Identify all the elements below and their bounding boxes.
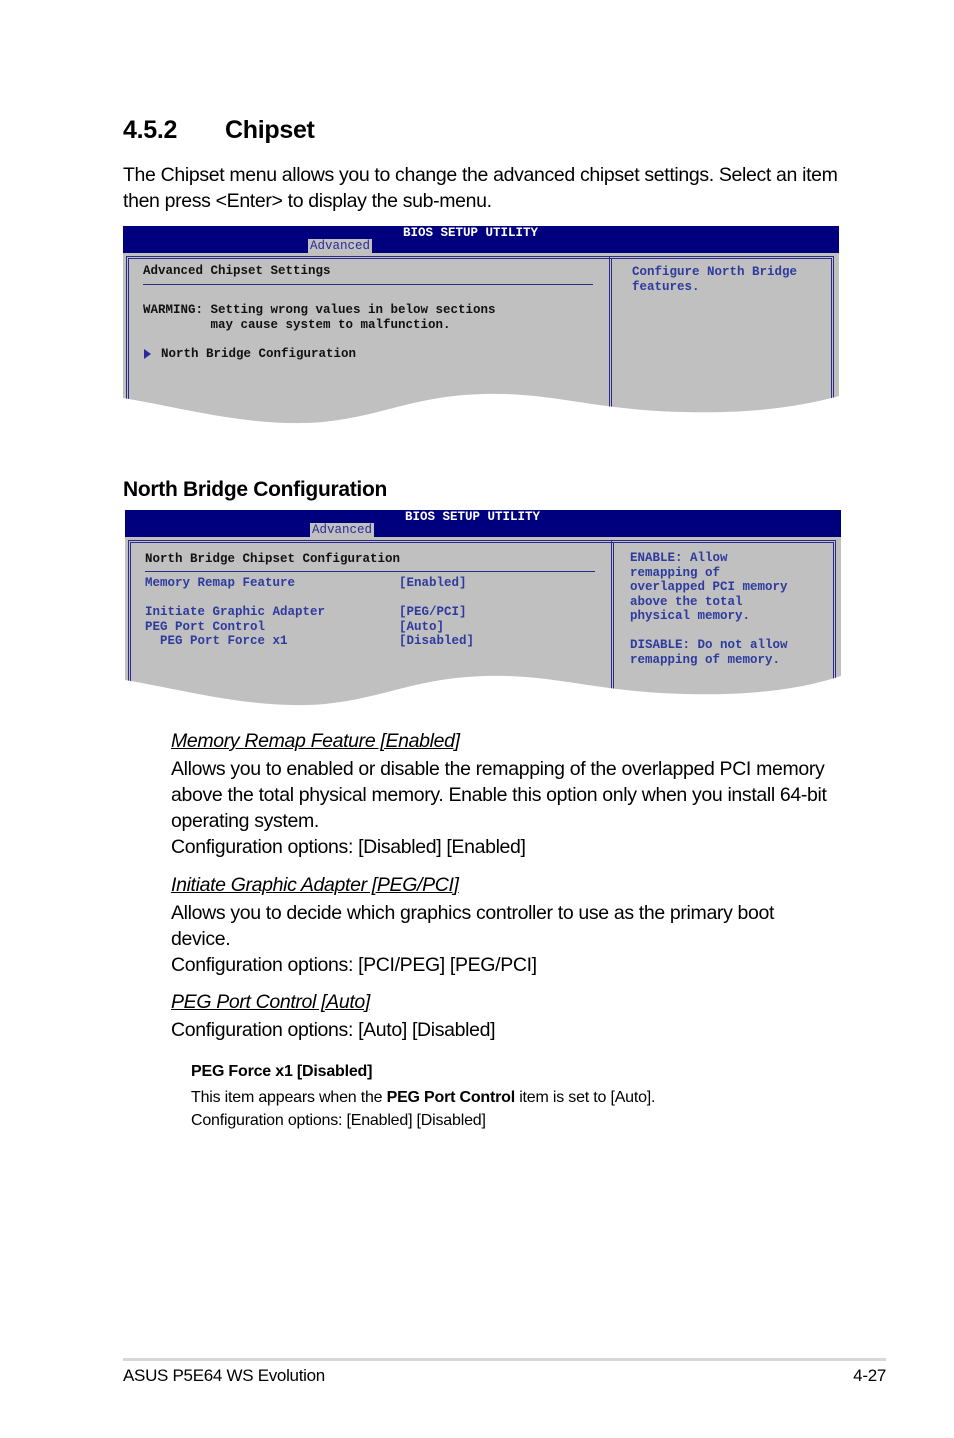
warning-line-1: WARMING: Setting wrong values in below s…	[143, 303, 496, 317]
sub-item-text: item is set to [Auto].	[514, 1089, 656, 1106]
submenu-arrow-icon	[144, 349, 151, 359]
setting-value-peg-port-control[interactable]: [Auto]	[399, 620, 444, 634]
section-name: Chipset	[225, 116, 315, 144]
torn-edge-decoration	[123, 393, 839, 426]
submenu-north-bridge-configuration[interactable]: North Bridge Configuration	[161, 347, 356, 361]
setting-value-memory-remap[interactable]: [Enabled]	[399, 576, 467, 590]
bios-help-text: Configure North Bridge features.	[632, 265, 798, 294]
tab-advanced[interactable]: Advanced	[310, 523, 375, 537]
item-title-initiate-graphic-adapter: Initiate Graphic Adapter [PEG/PCI]	[171, 874, 459, 896]
bios-top-bar: BIOS SETUP UTILITY Advanced	[125, 510, 841, 537]
item-description: Allows you to enabled or disable the rem…	[171, 758, 827, 832]
section-number: 4.5.2	[123, 116, 178, 144]
heading-divider	[143, 284, 593, 285]
item-title-peg-port-control: PEG Port Control [Auto]	[171, 991, 370, 1013]
tab-advanced[interactable]: Advanced	[308, 239, 373, 253]
footer-divider	[123, 1358, 886, 1361]
item-title-memory-remap: Memory Remap Feature [Enabled]	[171, 730, 460, 752]
setting-label-initiate-graphic-adapter[interactable]: Initiate Graphic Adapter	[145, 605, 325, 619]
subsection-title: North Bridge Configuration	[123, 478, 388, 501]
item-options: Configuration options: [PCI/PEG] [PEG/PC…	[171, 954, 537, 976]
torn-edge-decoration	[125, 675, 841, 708]
section-title: 4.5.2 Chipset	[123, 116, 315, 145]
sub-item-title-peg-force-x1: PEG Force x1 [Disabled]	[191, 1063, 373, 1080]
intro-paragraph: The Chipset menu allows you to change th…	[123, 164, 838, 212]
sub-item-bold-ref: PEG Port Control	[386, 1089, 516, 1106]
bios-help-text: ENABLE: Allow remapping of overlapped PC…	[630, 551, 788, 667]
bios-heading: Advanced Chipset Settings	[143, 264, 331, 278]
item-body-initiate-graphic-adapter: Allows you to decide which graphics cont…	[171, 900, 811, 978]
bios-top-bar: BIOS SETUP UTILITY Advanced	[123, 226, 839, 253]
bios-screen-north-bridge: BIOS SETUP UTILITY Advanced North Bridge…	[125, 510, 841, 708]
bios-utility-title: BIOS SETUP UTILITY	[403, 226, 539, 240]
item-options: Configuration options: [Disabled] [Enabl…	[171, 836, 526, 858]
item-body-memory-remap: Allows you to enabled or disable the rem…	[171, 756, 831, 860]
sub-item-body-peg-force-x1: This item appears when the PEG Port Cont…	[191, 1086, 656, 1132]
setting-label-peg-port-force-x1[interactable]: PEG Port Force x1	[145, 634, 288, 648]
bios-screen-chipset: BIOS SETUP UTILITY Advanced Advanced Chi…	[123, 226, 839, 426]
item-description: Allows you to decide which graphics cont…	[171, 902, 775, 950]
footer-product-name: ASUS P5E64 WS Evolution	[123, 1366, 325, 1385]
footer-page-number: 4-27	[853, 1366, 886, 1385]
setting-value-initiate-graphic-adapter[interactable]: [PEG/PCI]	[399, 605, 467, 619]
item-options: Configuration options: [Auto] [Disabled]	[171, 1019, 496, 1041]
sub-item-text: This item appears when the	[191, 1089, 387, 1106]
bios-utility-title: BIOS SETUP UTILITY	[405, 510, 541, 524]
item-body-peg-port-control: Configuration options: [Auto] [Disabled]	[171, 1017, 831, 1043]
sub-item-description: This item appears when the PEG Port Cont…	[191, 1086, 656, 1109]
sub-item-options: Configuration options: [Enabled] [Disabl…	[191, 1112, 486, 1129]
setting-label-peg-port-control[interactable]: PEG Port Control	[145, 620, 265, 634]
heading-divider	[145, 571, 595, 572]
bios-heading: North Bridge Chipset Configuration	[145, 552, 401, 566]
setting-label-memory-remap[interactable]: Memory Remap Feature	[145, 576, 295, 590]
setting-value-peg-port-force-x1[interactable]: [Disabled]	[399, 634, 474, 648]
warning-line-2: may cause system to malfunction.	[143, 318, 451, 332]
